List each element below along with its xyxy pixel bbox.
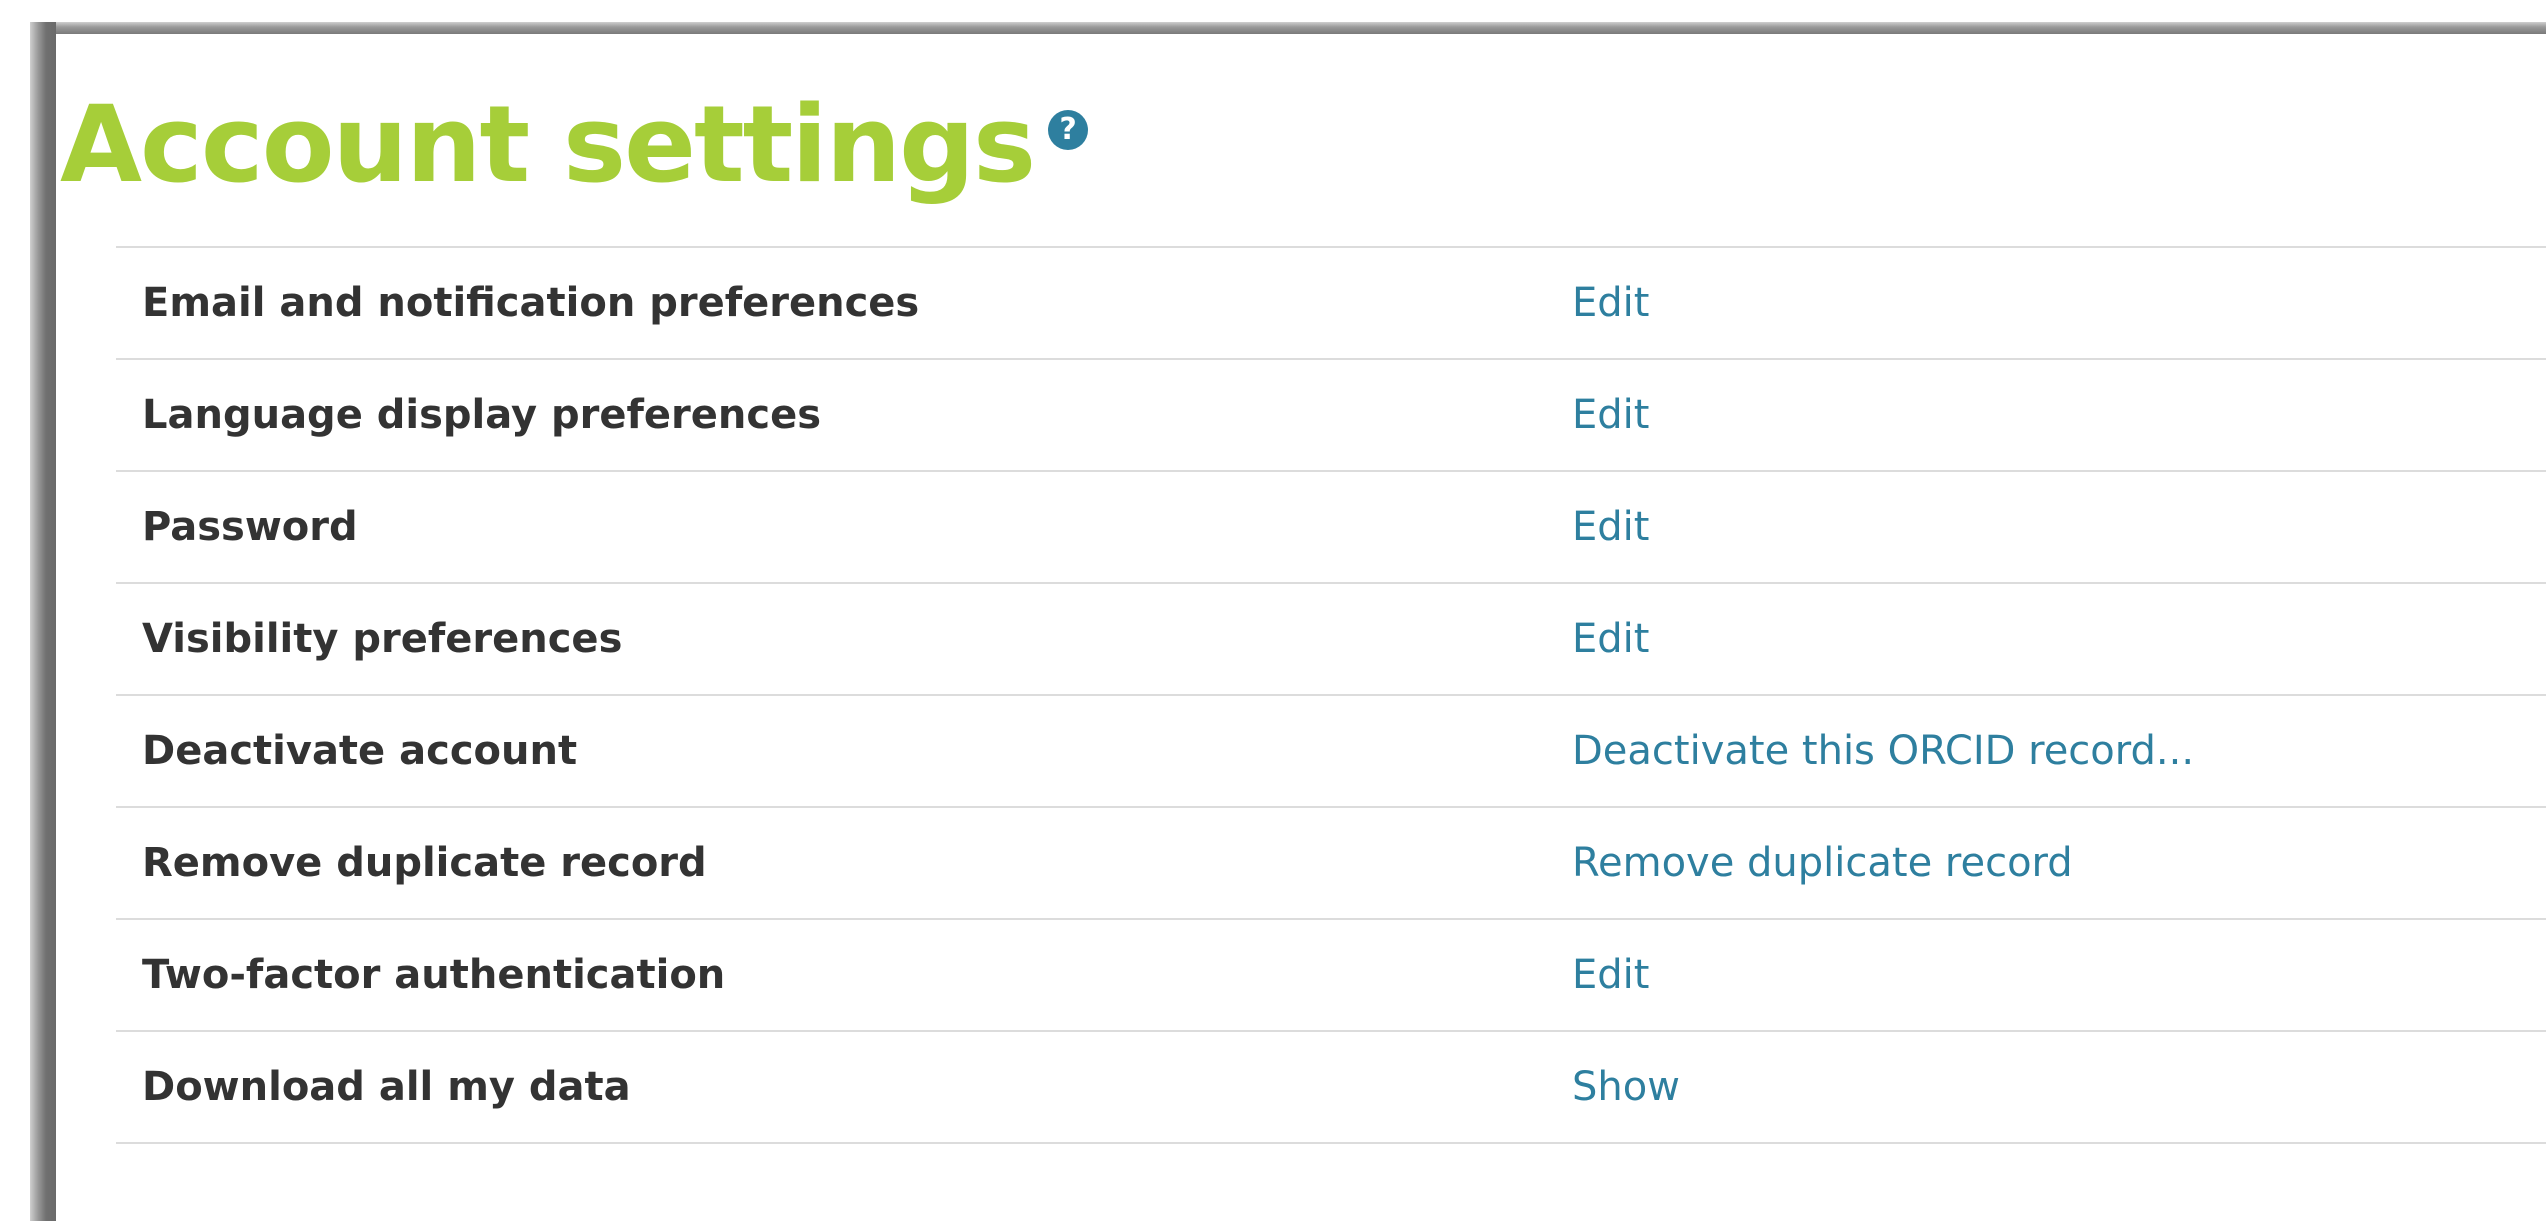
page-frame: Account settings ? Email and notificatio… [0, 0, 2546, 1221]
setting-label: Remove duplicate record [142, 840, 707, 886]
settings-row-download-data: Download all my data Show [116, 1032, 2546, 1144]
edit-two-factor-link[interactable]: Edit [1572, 952, 1649, 998]
setting-label: Language display preferences [142, 392, 822, 438]
title-row: Account settings ? [60, 60, 1089, 230]
setting-label: Deactivate account [142, 728, 578, 774]
settings-row-remove-duplicate: Remove duplicate record Remove duplicate… [116, 808, 2546, 920]
settings-row-email-notifications: Email and notification preferences Edit [116, 248, 2546, 360]
setting-label: Download all my data [142, 1064, 631, 1110]
settings-row-two-factor: Two-factor authentication Edit [116, 920, 2546, 1032]
setting-label: Visibility preferences [142, 616, 623, 662]
show-download-data-link[interactable]: Show [1572, 1064, 1680, 1110]
setting-label: Password [142, 504, 358, 550]
edit-visibility-link[interactable]: Edit [1572, 616, 1649, 662]
edit-password-link[interactable]: Edit [1572, 504, 1649, 550]
settings-row-visibility: Visibility preferences Edit [116, 584, 2546, 696]
frame-shadow-top [30, 22, 2546, 34]
frame-shadow-left [30, 22, 56, 1221]
question-circle-icon[interactable]: ? [1048, 110, 1089, 150]
page-title: Account settings [60, 83, 1036, 206]
edit-email-notifications-link[interactable]: Edit [1572, 280, 1649, 326]
settings-row-deactivate: Deactivate account Deactivate this ORCID… [116, 696, 2546, 808]
edit-language-link[interactable]: Edit [1572, 392, 1649, 438]
settings-table: Email and notification preferences Edit … [116, 246, 2546, 1144]
setting-label: Two-factor authentication [142, 952, 726, 998]
remove-duplicate-link[interactable]: Remove duplicate record [1572, 840, 2073, 886]
settings-row-language: Language display preferences Edit [116, 360, 2546, 472]
deactivate-record-link[interactable]: Deactivate this ORCID record... [1572, 728, 2194, 774]
setting-label: Email and notification preferences [142, 280, 920, 326]
settings-row-password: Password Edit [116, 472, 2546, 584]
